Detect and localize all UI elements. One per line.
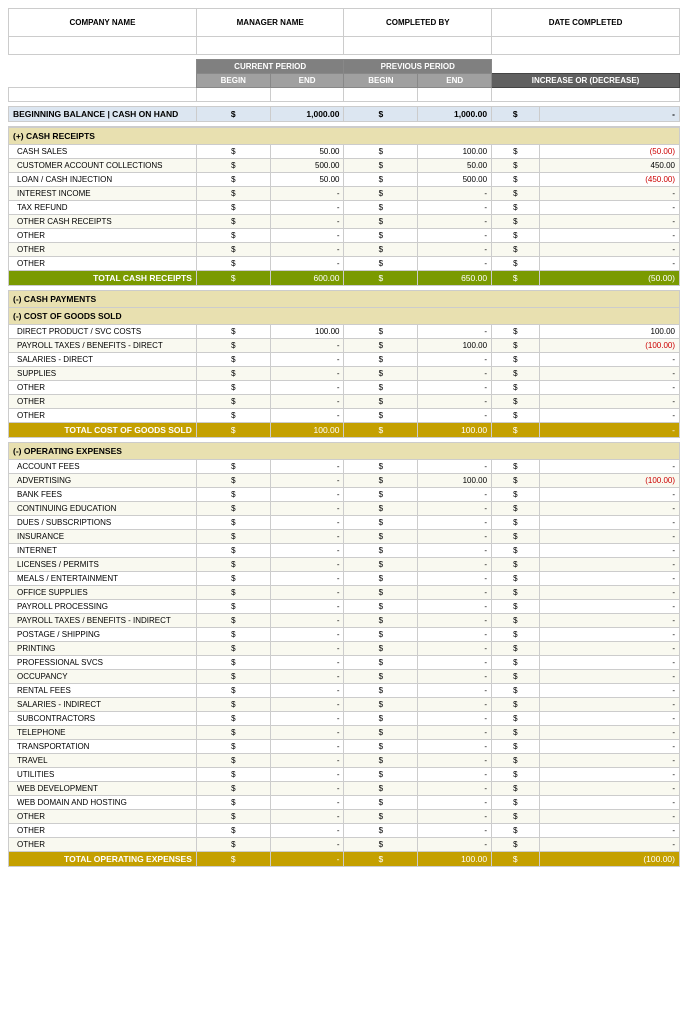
- total-cash-receipts-row: TOTAL CASH RECEIPTS $ 600.00 $ 650.00 $ …: [9, 271, 680, 286]
- bb-prev-beg-dollar: $: [344, 107, 418, 122]
- prev-begin-label: BEGIN: [344, 74, 418, 88]
- cash-receipts-row-4: TAX REFUND $ - $ - $ -: [9, 201, 680, 215]
- cogs-row-3: SUPPLIES $ - $ - $ -: [9, 367, 680, 381]
- company-input-row: [9, 37, 680, 55]
- cash-receipts-row-6: OTHER $ - $ - $ -: [9, 229, 680, 243]
- opex-row-3: CONTINUING EDUCATION $ - $ - $ -: [9, 502, 680, 516]
- opex-row-20: TRANSPORTATION $ - $ - $ -: [9, 740, 680, 754]
- cash-receipts-row-8: OTHER $ - $ - $ -: [9, 257, 680, 271]
- period-sub-header-row: BEGIN END BEGIN END INCREASE or (DECREAS…: [9, 74, 680, 88]
- period-group-header: CURRENT PERIOD PREVIOUS PERIOD: [9, 60, 680, 74]
- current-period-label: CURRENT PERIOD: [196, 60, 344, 74]
- opex-row-9: OFFICE SUPPLIES $ - $ - $ -: [9, 586, 680, 600]
- opex-row-16: RENTAL FEES $ - $ - $ -: [9, 684, 680, 698]
- opex-row-17: SALARIES - INDIRECT $ - $ - $ -: [9, 698, 680, 712]
- period-input-row: [9, 88, 680, 102]
- date-completed-header: DATE COMPLETED: [492, 9, 680, 37]
- opex-row-15: OCCUPANCY $ - $ - $ -: [9, 670, 680, 684]
- cogs-row-0: DIRECT PRODUCT / SVC COSTS $ 100.00 $ - …: [9, 325, 680, 339]
- cash-receipts-row-2: LOAN / CASH INJECTION $ 50.00 $ 500.00 $…: [9, 173, 680, 187]
- opex-row-10: PAYROLL PROCESSING $ - $ - $ -: [9, 600, 680, 614]
- opex-row-23: WEB DEVELOPMENT $ - $ - $ -: [9, 782, 680, 796]
- cash-receipts-row-3: INTEREST INCOME $ - $ - $ -: [9, 187, 680, 201]
- cogs-header: (-) COST OF GOODS SOLD: [9, 308, 680, 325]
- opex-row-11: PAYROLL TAXES / BENEFITS - INDIRECT $ - …: [9, 614, 680, 628]
- bb-increase-val: -: [539, 107, 680, 122]
- manager-name-header: MANAGER NAME: [196, 9, 344, 37]
- opex-row-24: WEB DOMAIN AND HOSTING $ - $ - $ -: [9, 796, 680, 810]
- cur-begin-label: BEGIN: [196, 74, 270, 88]
- bb-cur-beg-dollar: $: [196, 107, 270, 122]
- opex-row-13: PRINTING $ - $ - $ -: [9, 642, 680, 656]
- cash-receipts-row-0: CASH SALES $ 50.00 $ 100.00 $ (50.00): [9, 145, 680, 159]
- completed-by-header: COMPLETED BY: [344, 9, 492, 37]
- beginning-balance-row: BEGINNING BALANCE | CASH ON HAND $ 1,000…: [9, 107, 680, 122]
- opex-row-14: PROFESSIONAL SVCS $ - $ - $ -: [9, 656, 680, 670]
- opex-row-27: OTHER $ - $ - $ -: [9, 838, 680, 852]
- opex-row-4: DUES / SUBSCRIPTIONS $ - $ - $ -: [9, 516, 680, 530]
- opex-row-26: OTHER $ - $ - $ -: [9, 824, 680, 838]
- cash-payments-header: (-) CASH PAYMENTS: [9, 291, 680, 308]
- cash-receipts-row-1: CUSTOMER ACCOUNT COLLECTIONS $ 500.00 $ …: [9, 159, 680, 173]
- opex-row-6: INTERNET $ - $ - $ -: [9, 544, 680, 558]
- opex-header: (-) OPERATING EXPENSES: [9, 443, 680, 460]
- cogs-row-2: SALARIES - DIRECT $ - $ - $ -: [9, 353, 680, 367]
- prev-end-label: END: [418, 74, 492, 88]
- company-name-header: COMPANY NAME: [9, 9, 197, 37]
- spreadsheet-container: COMPANY NAME MANAGER NAME COMPLETED BY D…: [0, 0, 688, 875]
- opex-row-21: TRAVEL $ - $ - $ -: [9, 754, 680, 768]
- cogs-label: (-) COST OF GOODS SOLD: [9, 308, 680, 325]
- main-table: COMPANY NAME MANAGER NAME COMPLETED BY D…: [8, 8, 680, 867]
- opex-row-5: INSURANCE $ - $ - $ -: [9, 530, 680, 544]
- previous-period-label: PREVIOUS PERIOD: [344, 60, 492, 74]
- opex-label: (-) OPERATING EXPENSES: [9, 443, 680, 460]
- cr-label-0: CASH SALES: [9, 145, 197, 159]
- total-cogs-label: TOTAL COST OF GOODS SOLD: [9, 423, 197, 438]
- increase-label: INCREASE or (DECREASE): [492, 74, 680, 88]
- cash-receipts-row-7: OTHER $ - $ - $ -: [9, 243, 680, 257]
- opex-row-2: BANK FEES $ - $ - $ -: [9, 488, 680, 502]
- company-header-row: COMPANY NAME MANAGER NAME COMPLETED BY D…: [9, 9, 680, 37]
- cash-receipts-row-5: OTHER CASH RECEIPTS $ - $ - $ -: [9, 215, 680, 229]
- opex-row-8: MEALS / ENTERTAINMENT $ - $ - $ -: [9, 572, 680, 586]
- opex-row-1: ADVERTISING $ - $ 100.00 $ (100.00): [9, 474, 680, 488]
- cash-payments-label: (-) CASH PAYMENTS: [9, 291, 680, 308]
- total-cash-receipts-label: TOTAL CASH RECEIPTS: [9, 271, 197, 286]
- cogs-row-5: OTHER $ - $ - $ -: [9, 395, 680, 409]
- cash-receipts-label: (+) CASH RECEIPTS: [9, 127, 680, 145]
- total-opex-row: TOTAL OPERATING EXPENSES $ - $ 100.00 $ …: [9, 852, 680, 867]
- beginning-balance-label: BEGINNING BALANCE | CASH ON HAND: [9, 107, 197, 122]
- opex-row-18: SUBCONTRACTORS $ - $ - $ -: [9, 712, 680, 726]
- cogs-row-1: PAYROLL TAXES / BENEFITS - DIRECT $ - $ …: [9, 339, 680, 353]
- cash-receipts-header: (+) CASH RECEIPTS: [9, 127, 680, 145]
- opex-row-7: LICENSES / PERMITS $ - $ - $ -: [9, 558, 680, 572]
- opex-row-19: TELEPHONE $ - $ - $ -: [9, 726, 680, 740]
- opex-row-0: ACCOUNT FEES $ - $ - $ -: [9, 460, 680, 474]
- bb-cur-end-val: 1,000.00: [270, 107, 344, 122]
- opex-row-22: UTILITIES $ - $ - $ -: [9, 768, 680, 782]
- opex-row-25: OTHER $ - $ - $ -: [9, 810, 680, 824]
- total-opex-label: TOTAL OPERATING EXPENSES: [9, 852, 197, 867]
- total-cogs-row: TOTAL COST OF GOODS SOLD $ 100.00 $ 100.…: [9, 423, 680, 438]
- bb-prev-end-val: 1,000.00: [418, 107, 492, 122]
- cogs-row-6: OTHER $ - $ - $ -: [9, 409, 680, 423]
- bb-increase-dollar: $: [492, 107, 539, 122]
- cogs-row-4: OTHER $ - $ - $ -: [9, 381, 680, 395]
- cur-end-label: END: [270, 74, 344, 88]
- opex-row-12: POSTAGE / SHIPPING $ - $ - $ -: [9, 628, 680, 642]
